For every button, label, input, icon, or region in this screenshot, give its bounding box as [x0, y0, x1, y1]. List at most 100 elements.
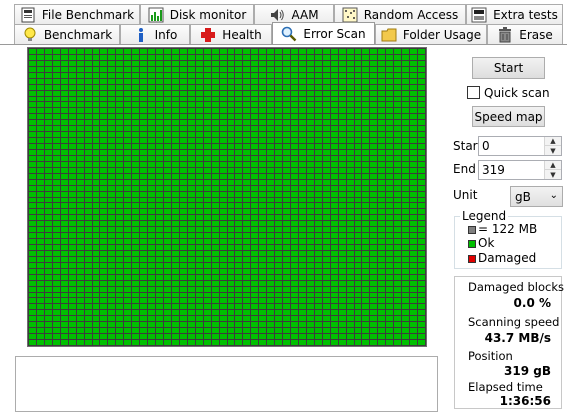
tab-aam[interactable]: AAM	[254, 4, 334, 24]
quick-scan-checkbox[interactable]	[467, 86, 480, 99]
scan-block	[402, 191, 410, 197]
tab-extra-tests[interactable]: Extra tests	[466, 4, 563, 24]
scan-block	[124, 340, 132, 345]
scan-block	[267, 66, 275, 72]
scan-block	[298, 340, 306, 345]
scan-block	[124, 90, 132, 96]
scan-block	[195, 120, 203, 126]
scan-block	[132, 227, 140, 233]
scan-block	[68, 149, 76, 155]
scan-block	[354, 298, 362, 304]
tab-erase[interactable]: Erase	[487, 24, 563, 44]
scan-block	[148, 328, 156, 334]
tab-folder-usage[interactable]: Folder Usage	[375, 24, 487, 44]
scan-block	[44, 179, 52, 185]
scan-block	[386, 298, 394, 304]
scan-block	[306, 96, 314, 102]
scan-block	[211, 138, 219, 144]
scan-block	[370, 256, 378, 262]
scan-block	[402, 256, 410, 262]
scan-block	[346, 120, 354, 126]
scan-block	[44, 256, 52, 262]
scan-block	[100, 84, 108, 90]
scan-block	[275, 203, 283, 209]
scan-block	[116, 256, 124, 262]
scan-block	[354, 262, 362, 268]
tab-file-benchmark[interactable]: File Benchmark	[14, 4, 140, 24]
scan-block	[338, 102, 346, 108]
spin-down-icon[interactable]: ▼	[545, 170, 561, 179]
scan-block	[251, 49, 259, 54]
scan-block	[306, 280, 314, 286]
scan-block	[370, 144, 378, 149]
end-spinbox[interactable]: 319 ▲ ▼	[478, 160, 562, 180]
scan-block	[36, 286, 44, 292]
scan-block	[330, 149, 338, 155]
end-spin-arrows[interactable]: ▲ ▼	[544, 161, 561, 179]
scan-block	[370, 185, 378, 191]
tab-random-access[interactable]: Random Access	[334, 4, 466, 24]
tab-disk-monitor[interactable]: Disk monitor	[140, 4, 254, 24]
scan-block	[227, 108, 235, 114]
scan-block	[267, 239, 275, 245]
scan-block	[203, 126, 211, 132]
start-spinbox[interactable]: 0 ▲ ▼	[478, 136, 562, 156]
scan-block	[195, 144, 203, 149]
tab-error-scan[interactable]: Error Scan	[272, 22, 375, 44]
scan-block	[179, 262, 187, 268]
scan-block	[92, 132, 100, 138]
start-button[interactable]: Start	[472, 57, 545, 79]
scan-block	[322, 245, 330, 250]
tab-benchmark[interactable]: Benchmark	[14, 24, 120, 44]
scan-block	[227, 304, 235, 310]
scan-block	[140, 72, 148, 78]
scan-block	[116, 227, 124, 233]
scan-block	[354, 340, 362, 345]
scan-block	[330, 179, 338, 185]
scan-block	[330, 316, 338, 322]
scan-block	[179, 316, 187, 322]
scan-block	[386, 280, 394, 286]
scan-block	[203, 292, 211, 298]
scan-block	[410, 132, 418, 138]
scan-block	[243, 292, 251, 298]
scan-block	[314, 340, 322, 345]
scan-block	[156, 185, 163, 191]
scan-block	[140, 322, 148, 328]
scan-block	[171, 274, 179, 280]
scan-block	[402, 167, 410, 173]
tab-health[interactable]: Health	[190, 24, 272, 44]
scan-block	[314, 191, 322, 197]
spin-down-icon[interactable]: ▼	[545, 146, 561, 155]
spin-up-icon[interactable]: ▲	[545, 137, 561, 146]
scan-log-box[interactable]	[15, 356, 438, 412]
scan-block	[84, 185, 92, 191]
scan-block	[116, 126, 124, 132]
scan-block	[275, 179, 283, 185]
scan-block	[322, 161, 330, 167]
scan-block	[76, 60, 84, 66]
scan-block	[100, 102, 108, 108]
scan-block	[116, 84, 124, 90]
scan-block	[187, 84, 195, 90]
scan-block	[60, 78, 68, 84]
spin-up-icon[interactable]: ▲	[545, 161, 561, 170]
scan-block	[203, 54, 211, 60]
tab-info[interactable]: Info	[120, 24, 190, 44]
unit-select[interactable]: gB ⌄	[510, 186, 563, 207]
scan-block	[386, 138, 394, 144]
scan-block	[338, 60, 346, 66]
scan-block	[235, 316, 243, 322]
scan-block	[338, 78, 346, 84]
scan-block	[275, 90, 283, 96]
scan-block	[171, 108, 179, 114]
scan-block	[291, 280, 298, 286]
scan-block	[60, 72, 68, 78]
scan-block	[163, 322, 171, 328]
scan-block	[410, 72, 418, 78]
scan-block	[386, 49, 394, 54]
scan-block	[243, 274, 251, 280]
speed-map-button[interactable]: Speed map	[472, 106, 545, 127]
scan-block	[394, 54, 402, 60]
start-spin-arrows[interactable]: ▲ ▼	[544, 137, 561, 155]
